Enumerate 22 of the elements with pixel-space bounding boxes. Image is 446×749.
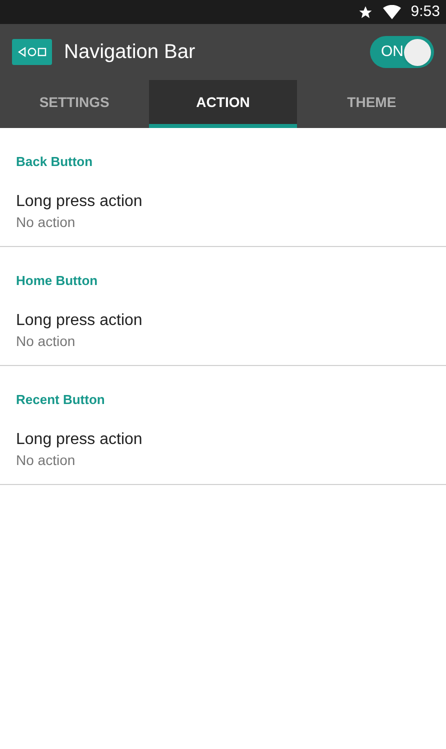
tab[interactable]: THEME [297, 80, 446, 128]
section-header: Recent Button [15, 391, 106, 409]
on-off-switch[interactable]: ON [370, 36, 434, 68]
status-time: 9:53 [410, 2, 440, 22]
app-title: Navigation Bar [64, 40, 196, 65]
preference-item[interactable]: Long press action No action [0, 192, 446, 232]
section-header: Home Button [15, 272, 99, 290]
tab[interactable]: ACTION [148, 80, 298, 128]
section-header: Back Button [15, 153, 94, 171]
tab[interactable]: SETTINGS [0, 80, 149, 128]
preference-title: Long press action [16, 311, 144, 331]
switch-thumb [404, 38, 431, 66]
preference-title: Long press action [16, 430, 144, 450]
star-icon [358, 4, 373, 20]
preference-title: Long press action [16, 192, 144, 212]
wifi-icon [382, 4, 401, 20]
preference-summary: No action [16, 451, 76, 470]
navigation-buttons-icon [12, 39, 52, 65]
preference-item[interactable]: Long press action No action [0, 311, 446, 351]
preference-summary: No action [16, 213, 76, 232]
preference-summary: No action [16, 332, 76, 351]
preference-item[interactable]: Long press action No action [0, 430, 446, 470]
